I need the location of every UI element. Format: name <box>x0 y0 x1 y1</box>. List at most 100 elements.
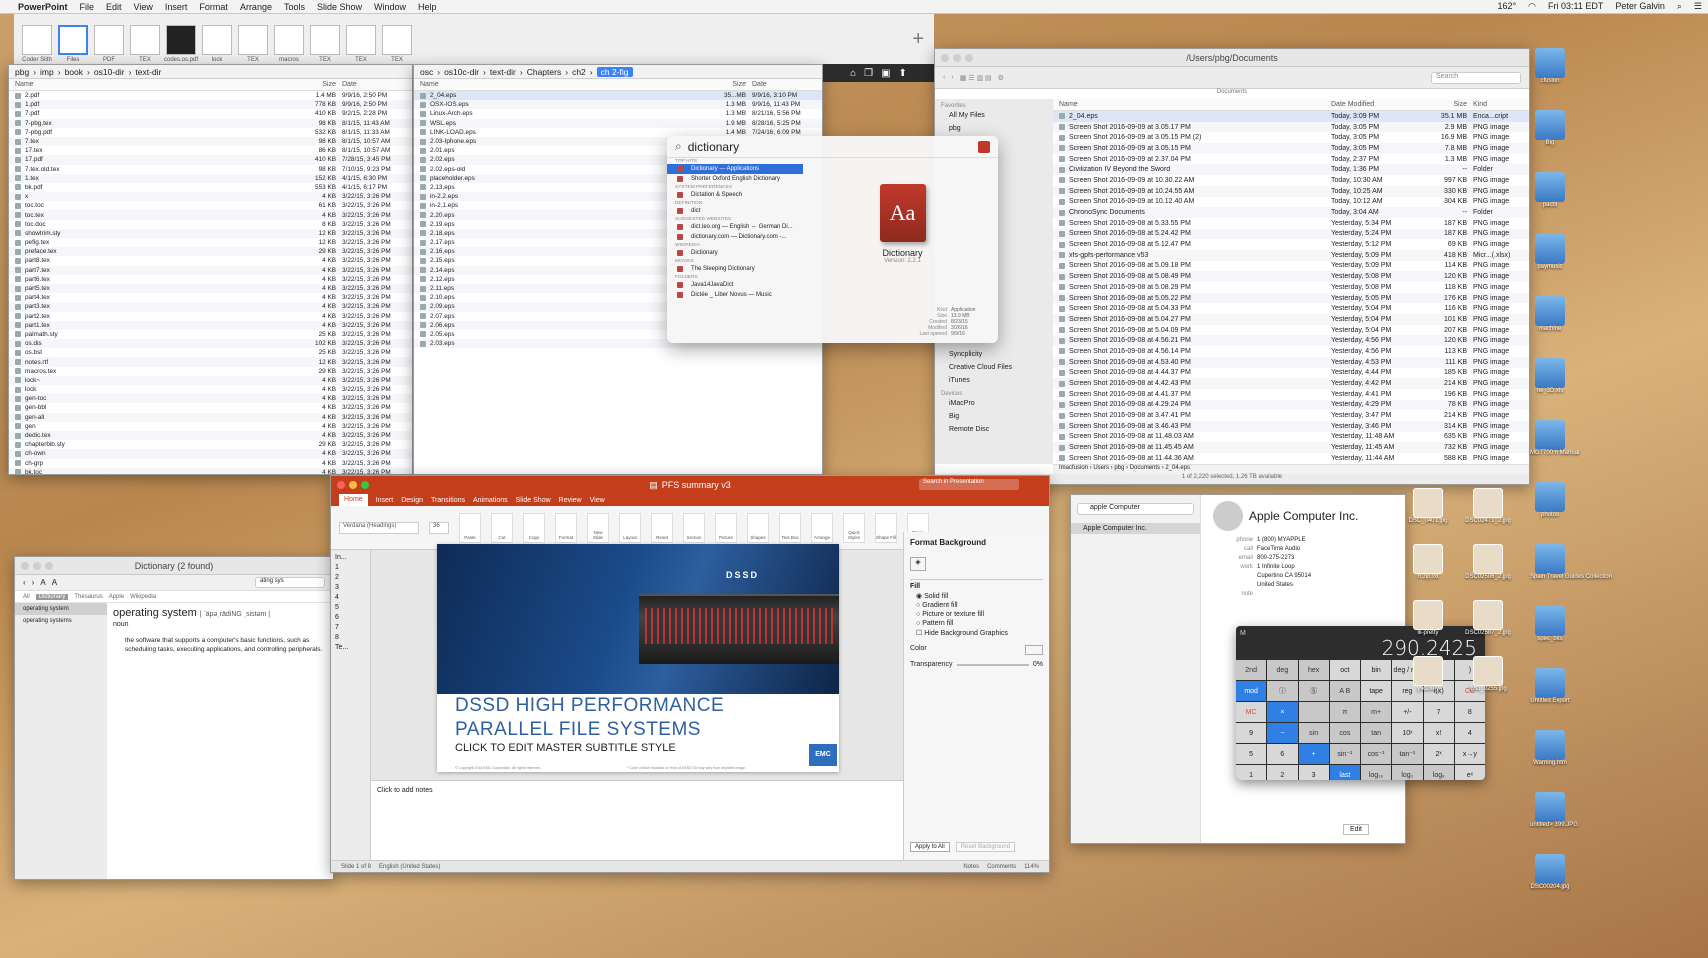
table-row[interactable]: Screen Shot 2016-09-08 at 11.48.03 AM Yes… <box>1053 432 1529 443</box>
desktop-icon[interactable]: machine <box>1530 296 1570 332</box>
table-row[interactable]: xfs-gpfs-performance v53 Yesterday, 5:09 … <box>1053 249 1529 261</box>
ribbon-button[interactable]: Arrange <box>811 512 833 543</box>
calculator-key[interactable]: 2 <box>1267 765 1298 780</box>
ribbon-button[interactable]: Cut <box>491 512 513 543</box>
breadcrumb-item[interactable]: pbg <box>15 67 29 77</box>
wifi-icon[interactable]: ◠ <box>1522 1 1542 12</box>
desktop-icon[interactable]: paymusic <box>1530 234 1570 270</box>
slide-thumbnail[interactable]: 6 <box>335 614 366 621</box>
source-tab[interactable]: Dictionary <box>35 593 69 600</box>
slide-thumbnail[interactable]: 1 <box>335 564 366 571</box>
breadcrumb-item[interactable]: Chapters <box>527 67 562 77</box>
spotlight-result-item[interactable]: dict <box>667 206 803 216</box>
table-row[interactable]: gen-all 4 KB 3/22/15, 3:26 PM <box>9 412 412 422</box>
ribbon-button[interactable]: Shape Fill <box>875 512 897 543</box>
font-name-select[interactable]: Verdana (Headings) <box>339 521 419 534</box>
close-button[interactable] <box>337 481 345 489</box>
sidebar-item[interactable]: Big <box>941 410 1047 423</box>
field-value[interactable]: 800-275-2273 <box>1257 555 1294 561</box>
copy-icon[interactable]: ❐ <box>864 68 873 79</box>
spotlight-result-item[interactable]: dictionary.com — Dictionary.com -... <box>667 232 803 242</box>
spotlight-result-item[interactable]: Dictée _ Liber Novus — Music <box>667 290 803 300</box>
table-row[interactable]: Screen Shot 2016-09-08 at 4.53.40 PM Yest… <box>1053 356 1529 368</box>
result-item[interactable]: operating systems <box>15 615 107 627</box>
zoom-button[interactable] <box>965 54 973 62</box>
table-row[interactable]: Screen Shot 2016-09-08 at 4.56.21 PM Yest… <box>1053 335 1529 347</box>
col-name[interactable]: Name <box>15 81 296 88</box>
table-row[interactable]: lock 4 KB 3/22/15, 3:26 PM <box>9 385 412 394</box>
breadcrumb-item[interactable]: ch2 <box>572 67 586 77</box>
calculator-key[interactable]: × <box>1267 702 1298 722</box>
table-row[interactable]: Screen Shot 2016-09-08 at 11.44.36 AM Yes… <box>1053 453 1529 464</box>
desktop-icon[interactable]: MG7700 n Manual <box>1530 420 1579 456</box>
menu-tools[interactable]: Tools <box>278 2 311 12</box>
ribbon-tab[interactable]: Insert <box>376 497 394 504</box>
close-button[interactable] <box>941 54 949 62</box>
field-value[interactable]: United States <box>1257 582 1293 588</box>
calculator-key[interactable]: 1 <box>1236 765 1267 780</box>
calculator-key[interactable]: mod <box>1236 681 1267 701</box>
close-button[interactable] <box>21 562 29 570</box>
table-row[interactable]: Screen Shot 2016-09-09 at 3.05.17 PM Toda… <box>1053 121 1529 133</box>
tab-thumbnail[interactable]: Coder Slith <box>22 25 52 63</box>
field-value[interactable]: 1 Infinite Loop <box>1257 564 1295 570</box>
desktop-icon[interactable]: untitled> 399.JPG <box>1530 792 1578 828</box>
search-input[interactable]: Search <box>1431 71 1521 84</box>
ribbon-button[interactable]: Copy <box>523 512 545 543</box>
desktop-icon[interactable]: IMG_0255.jpg <box>1460 656 1516 692</box>
transparency-slider[interactable] <box>956 663 1029 666</box>
calculator-key[interactable]: m+ <box>1361 702 1392 722</box>
add-tab-icon[interactable]: + <box>912 28 924 51</box>
calculator-key[interactable]: 5 <box>1236 744 1267 764</box>
ribbon-button[interactable]: Shapes <box>747 512 769 543</box>
fill-option-radio[interactable]: ○ Pattern fill <box>916 620 1043 627</box>
col-name[interactable]: Name <box>1059 101 1331 108</box>
transparency-value[interactable]: 0% <box>1033 661 1043 668</box>
table-row[interactable]: part3.tex 4 KB 3/22/15, 3:26 PM <box>9 302 412 312</box>
col-size[interactable]: Size <box>296 81 336 88</box>
back-icon[interactable]: ‹ <box>23 578 26 587</box>
field-value[interactable]: FaceTime Audio <box>1257 546 1300 552</box>
slide-thumbnail[interactable]: 5 <box>335 604 366 611</box>
calculator-key[interactable]: sin <box>1298 723 1329 743</box>
table-row[interactable]: chapterbib.sty 29 KB 3/22/15, 3:26 PM <box>9 440 412 449</box>
table-row[interactable]: Screen Shot 2016-09-08 at 5.09.18 PM Yest… <box>1053 261 1529 272</box>
table-row[interactable]: preface.tex 29 KB 3/22/15, 3:26 PM <box>9 247 412 257</box>
table-row[interactable]: gen-bbl 4 KB 3/22/15, 3:26 PM <box>9 403 412 412</box>
fill-section[interactable]: Fill <box>910 579 1043 590</box>
paint-bucket-icon[interactable]: ◈ <box>910 557 926 571</box>
dictionary-search-input[interactable]: ating sys <box>255 577 325 588</box>
ribbon-tab[interactable]: Review <box>559 497 582 504</box>
apply-to-all-button[interactable]: Apply to All <box>910 842 950 852</box>
ribbon-tab[interactable]: Design <box>401 497 423 504</box>
breadcrumb-item[interactable]: os10c-dir <box>444 67 479 77</box>
spotlight-result-item[interactable]: Java14JavaDict <box>667 280 803 290</box>
ribbon-button[interactable]: Quick Styles <box>843 512 865 543</box>
calculator-key[interactable]: 3 <box>1298 765 1329 780</box>
table-row[interactable]: Screen Shot 2016-09-08 at 4.41.37 PM Yest… <box>1053 389 1529 400</box>
desktop-icon[interactable]: spec_bits <box>1530 606 1570 642</box>
language-status[interactable]: English (United States) <box>379 864 440 870</box>
desktop-icon[interactable]: Spain Travel Guides Collection <box>1530 544 1612 580</box>
ribbon-tab[interactable]: Animations <box>473 497 508 504</box>
minimize-button[interactable] <box>33 562 41 570</box>
tab-thumbnail[interactable]: TEX <box>130 25 160 63</box>
table-row[interactable]: Screen Shot 2016-09-08 at 11.45.45 AM Yes… <box>1053 442 1529 453</box>
menu-help[interactable]: Help <box>412 2 443 12</box>
table-row[interactable]: Screen Shot 2016-09-08 at 4.42.43 PM Yest… <box>1053 378 1529 389</box>
desktop-icon[interactable]: cfusion <box>1530 48 1570 84</box>
calculator-key[interactable] <box>1298 702 1329 722</box>
forward-icon[interactable]: › <box>32 578 35 587</box>
table-row[interactable]: Linux-Arch.eps 1.3 MB 8/21/16, 5:56 PM <box>414 109 822 118</box>
calculator-key[interactable]: bin <box>1361 660 1392 680</box>
desktop-icon[interactable]: DSC02506_2.jpg <box>1460 544 1516 580</box>
breadcrumb-item[interactable]: osc <box>420 67 433 77</box>
table-row[interactable]: ch-own 4 KB 3/22/15, 3:26 PM <box>9 449 412 459</box>
zoom-button[interactable] <box>45 562 53 570</box>
table-row[interactable]: part6.tex 4 KB 3/22/15, 3:26 PM <box>9 275 412 284</box>
col-date[interactable]: Date <box>336 81 406 88</box>
table-row[interactable]: 2.pdf 1.4 MB 9/9/16, 2:50 PM <box>9 91 412 100</box>
table-row[interactable]: gen 4 KB 3/22/15, 3:26 PM <box>9 422 412 431</box>
calculator-key[interactable]: A B <box>1329 681 1360 701</box>
col-size[interactable]: Size <box>1427 101 1467 108</box>
